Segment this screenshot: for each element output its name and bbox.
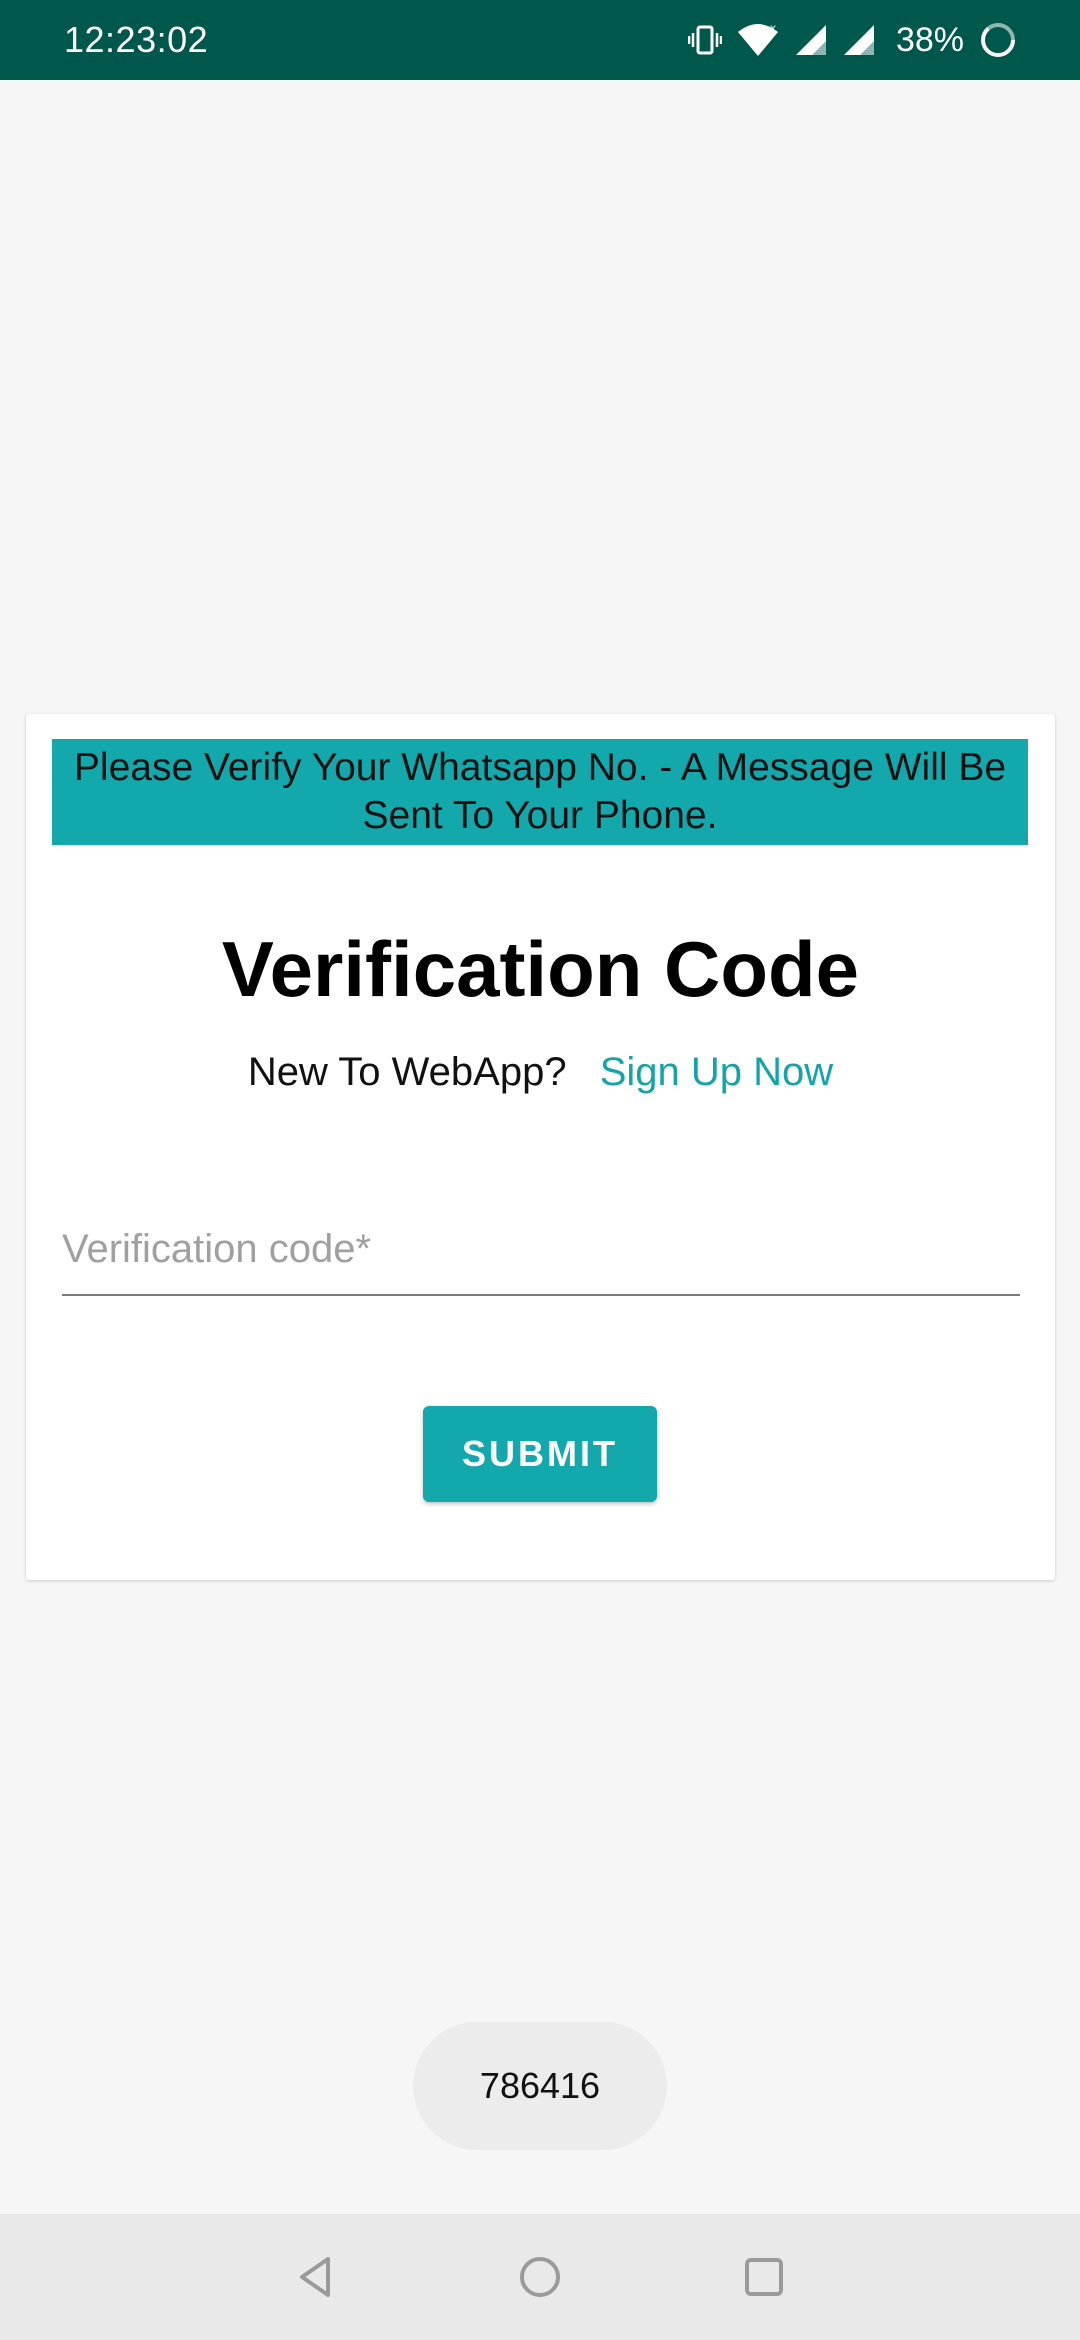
verification-card: Please Verify Your Whatsapp No. - A Mess…	[26, 714, 1055, 1580]
signup-row: New To WebApp? Sign Up Now	[26, 1050, 1055, 1095]
status-icons: x 38%	[687, 20, 1018, 60]
status-bar: 12:23:02 x 38%	[0, 0, 1080, 80]
verification-code-input[interactable]	[62, 1216, 1020, 1296]
wifi-icon: x	[736, 22, 780, 58]
battery-percent: 38%	[895, 20, 964, 59]
navigation-bar	[0, 2214, 1080, 2340]
recents-icon[interactable]	[737, 2250, 791, 2304]
svg-text:x: x	[770, 22, 776, 35]
toast-message: 786416	[413, 2022, 667, 2150]
status-time: 12:23:02	[64, 19, 209, 60]
page-title: Verification Code	[221, 925, 860, 1013]
home-icon[interactable]	[513, 2250, 567, 2304]
signal-icon	[794, 23, 828, 57]
info-banner: Please Verify Your Whatsapp No. - A Mess…	[52, 739, 1028, 845]
battery-saver-icon	[978, 20, 1018, 60]
signup-prompt: New To WebApp?	[247, 1050, 567, 1094]
signal-icon	[842, 23, 876, 57]
vibrate-icon	[687, 23, 722, 57]
back-icon[interactable]	[289, 2250, 343, 2304]
signup-link[interactable]: Sign Up Now	[600, 1050, 833, 1094]
submit-button[interactable]: SUBMIT	[423, 1406, 657, 1502]
